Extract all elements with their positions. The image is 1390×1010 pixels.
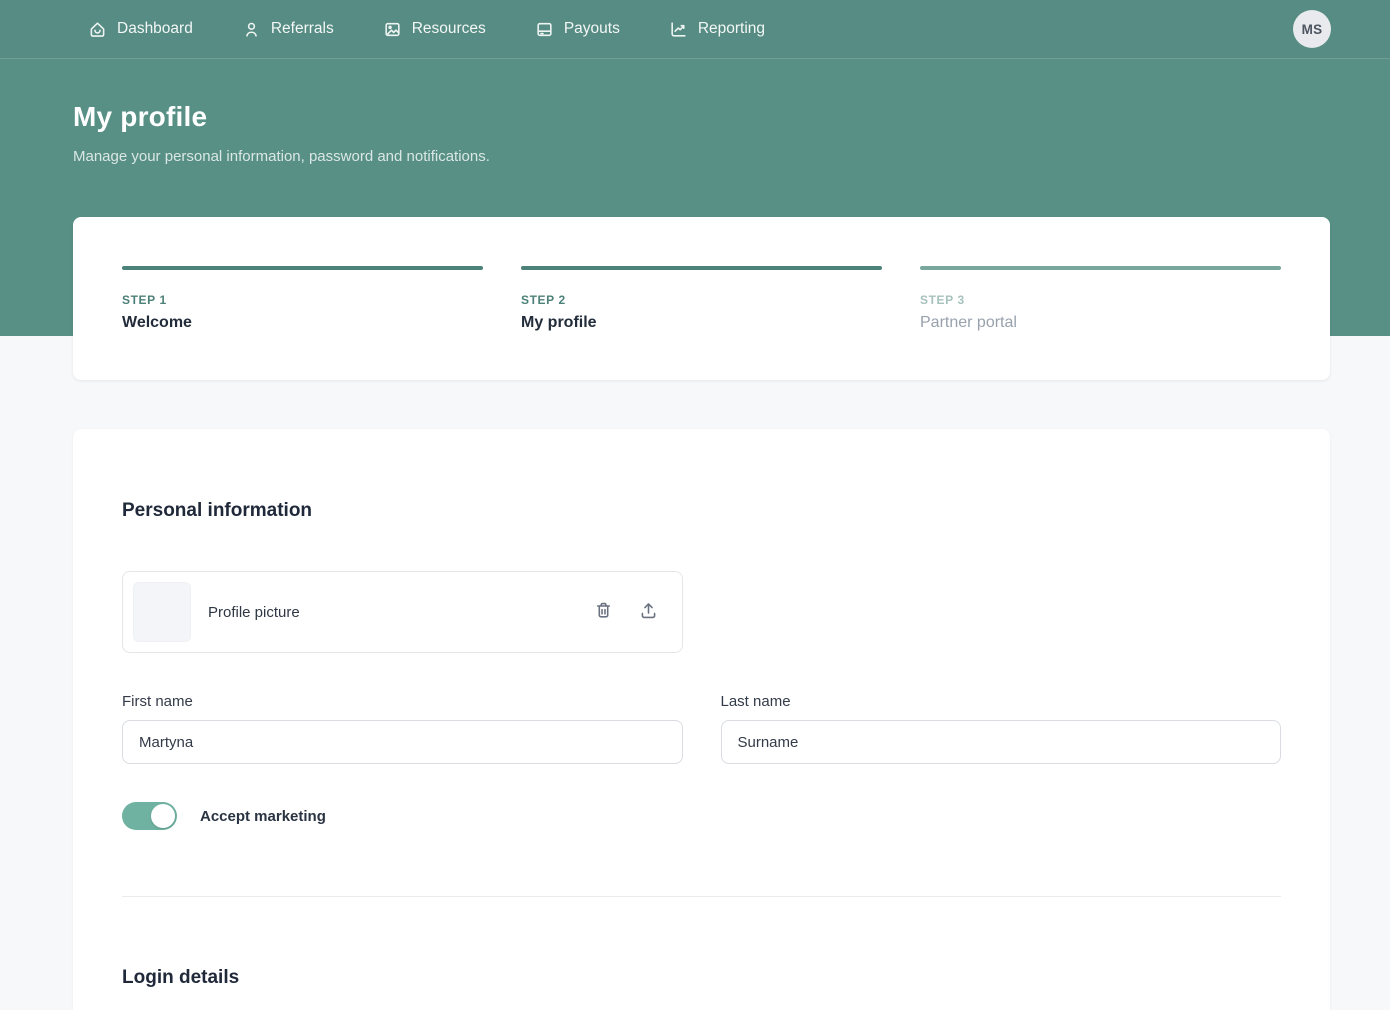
page: Dashboard Referrals Resources Payouts Re…: [0, 0, 1390, 1010]
nav-item-reporting[interactable]: Reporting: [669, 20, 765, 39]
home-icon: [88, 20, 107, 39]
accept-marketing-row: Accept marketing: [122, 802, 1281, 830]
accept-marketing-toggle[interactable]: [122, 802, 177, 830]
last-name-field-group: Last name: [720, 693, 1281, 764]
user-avatar[interactable]: MS: [1293, 10, 1331, 48]
step-progress-bar: [920, 266, 1281, 270]
step-1-welcome[interactable]: STEP 1 Welcome: [122, 266, 483, 380]
nav-item-label: Payouts: [563, 20, 620, 37]
step-label: STEP 3: [920, 293, 965, 307]
avatar-initials: MS: [1301, 21, 1323, 37]
step-label: STEP 2: [521, 293, 566, 307]
step-2-my-profile[interactable]: STEP 2 My profile: [521, 266, 882, 380]
chart-icon: [669, 20, 688, 39]
first-name-input[interactable]: [122, 720, 683, 764]
card-icon: [535, 20, 554, 39]
step-progress-bar: [521, 266, 882, 270]
nav-item-label: Reporting: [697, 20, 766, 37]
nav-item-label: Referrals: [270, 20, 334, 37]
top-navbar: Dashboard Referrals Resources Payouts Re…: [0, 0, 1390, 59]
section-divider: [122, 896, 1281, 897]
page-title: My profile: [73, 101, 208, 132]
step-title: Partner portal: [920, 314, 1017, 331]
accept-marketing-label: Accept marketing: [200, 807, 326, 825]
page-subtitle: Manage your personal information, passwo…: [73, 148, 490, 165]
name-fields-row: First name Last name: [122, 693, 1281, 764]
nav-item-referrals[interactable]: Referrals: [242, 20, 334, 39]
nav-item-resources[interactable]: Resources: [383, 20, 486, 39]
nav-item-payouts[interactable]: Payouts: [535, 20, 620, 39]
profile-picture-actions: [593, 600, 659, 624]
user-icon: [242, 20, 261, 39]
first-name-label: First name: [122, 693, 193, 710]
image-icon: [383, 20, 402, 39]
step-title: My profile: [521, 314, 597, 331]
nav-item-label: Resources: [411, 20, 486, 37]
nav-item-label: Dashboard: [117, 20, 193, 37]
last-name-label: Last name: [720, 693, 791, 710]
profile-picture-uploader: Profile picture: [122, 571, 683, 653]
profile-form-card: Personal information Profile picture Fir…: [73, 429, 1330, 1010]
nav-items: Dashboard Referrals Resources Payouts Re…: [88, 20, 765, 39]
login-details-heading: Login details: [122, 967, 240, 988]
delete-picture-button[interactable]: [593, 600, 614, 624]
nav-item-dashboard[interactable]: Dashboard: [88, 20, 193, 39]
profile-picture-label: Profile picture: [208, 603, 300, 621]
toggle-knob: [151, 804, 175, 828]
trash-icon: [593, 600, 614, 624]
step-label: STEP 1: [122, 293, 167, 307]
upload-icon: [638, 600, 659, 624]
upload-picture-button[interactable]: [638, 600, 659, 624]
step-title: Welcome: [122, 314, 192, 331]
step-progress-bar: [122, 266, 483, 270]
first-name-field-group: First name: [122, 693, 683, 764]
onboarding-stepper: STEP 1 Welcome STEP 2 My profile STEP 3 …: [73, 217, 1330, 380]
profile-picture-preview: [133, 582, 191, 642]
step-3-partner-portal[interactable]: STEP 3 Partner portal: [920, 266, 1281, 380]
last-name-input[interactable]: [720, 720, 1281, 764]
personal-information-heading: Personal information: [122, 500, 313, 521]
